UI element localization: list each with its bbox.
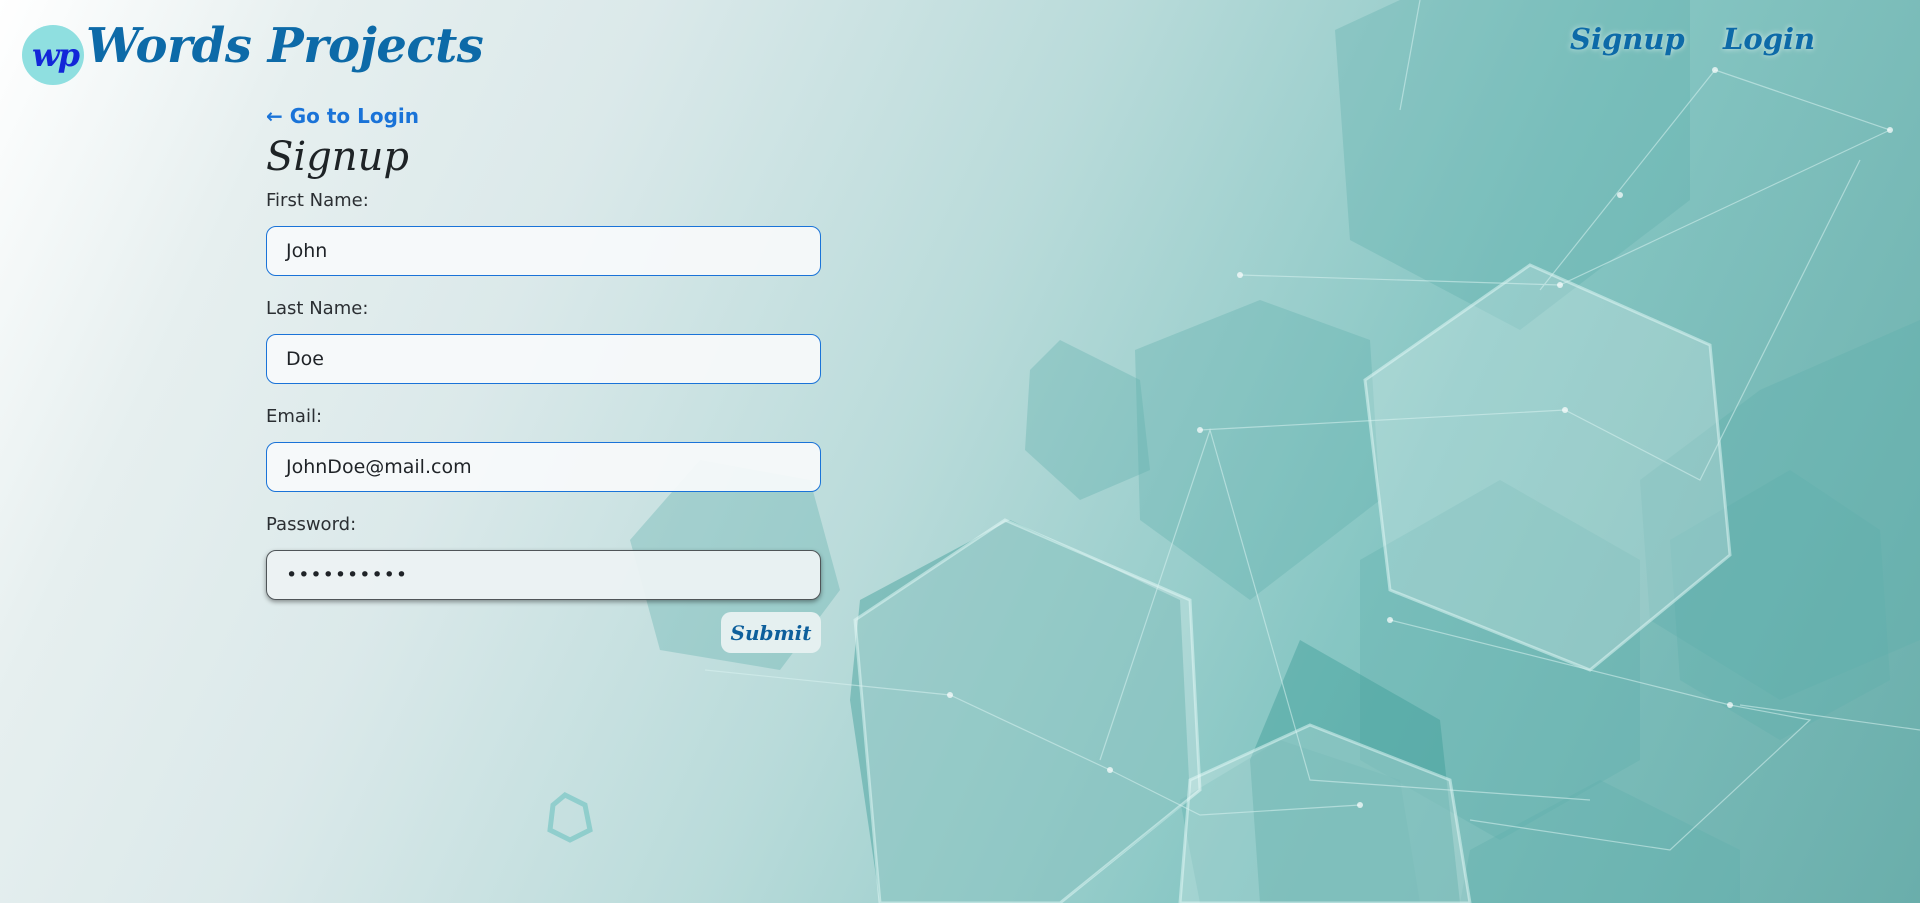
brand-title[interactable]: Words Projects — [86, 18, 484, 74]
site-header: wp Words Projects Signup Login — [0, 0, 1920, 100]
signup-form: ← Go to Login Signup First Name: John La… — [266, 104, 821, 622]
logo-text: wp — [32, 36, 80, 74]
last-name-label: Last Name: — [266, 298, 369, 319]
nav-signup-link[interactable]: Signup — [1570, 22, 1685, 56]
page-title: Signup — [266, 134, 409, 180]
email-label: Email: — [266, 406, 323, 427]
go-to-login-link[interactable]: ← Go to Login — [266, 104, 821, 128]
email-input[interactable]: JohnDoe@mail.com — [266, 442, 821, 492]
nav-login-link[interactable]: Login — [1723, 22, 1815, 56]
first-name-input[interactable]: John — [266, 226, 821, 276]
last-name-input[interactable]: Doe — [266, 334, 821, 384]
first-name-label: First Name: — [266, 190, 369, 211]
password-input[interactable]: •••••••••• — [266, 550, 821, 600]
submit-button[interactable]: Submit — [721, 612, 821, 653]
password-label: Password: — [266, 514, 357, 535]
site-logo[interactable]: wp — [22, 25, 84, 85]
